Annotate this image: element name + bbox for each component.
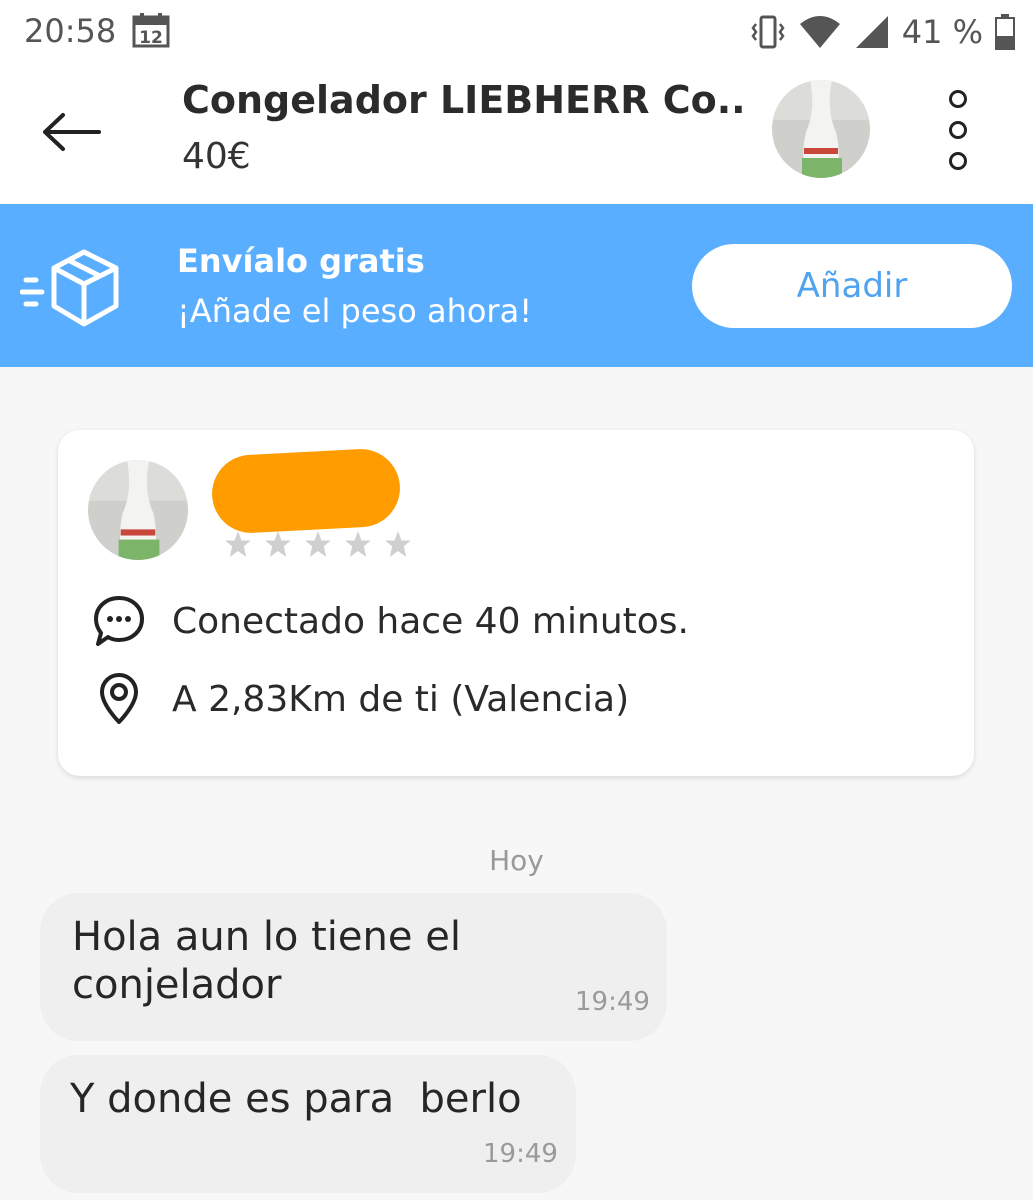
item-title[interactable]: Congelador LIEBHERR Co...: [182, 78, 742, 122]
last-seen-row: Conectado hace 40 minutos.: [92, 594, 689, 648]
location-text: A 2,83Km de ti (Valencia): [172, 678, 630, 720]
back-button[interactable]: [36, 104, 106, 160]
redacted-seller-name: [210, 447, 402, 535]
add-weight-button[interactable]: Añadir: [692, 244, 1012, 328]
chat-header: Congelador LIEBHERR Co... 40€: [0, 64, 1033, 204]
more-dot: [949, 121, 967, 139]
more-dot: [949, 90, 967, 108]
chat-day-separator: Hoy: [489, 844, 544, 877]
promo-title: Envíalo gratis: [177, 242, 425, 280]
message-text-line: conjelador: [72, 962, 282, 1008]
star-icon: [265, 531, 291, 557]
location-pin-icon: [92, 672, 146, 726]
location-row: A 2,83Km de ti (Valencia): [92, 672, 629, 726]
star-icon: [385, 531, 411, 557]
status-bar: 20:58 12 41 %: [0, 0, 1033, 64]
chat-bubble-icon: [92, 594, 146, 648]
seller-avatar[interactable]: [88, 460, 188, 560]
package-icon: [20, 249, 119, 327]
promo-subtitle: ¡Añade el peso ahora!: [177, 292, 533, 330]
arrow-left-icon: [43, 113, 101, 151]
status-time: 20:58: [24, 12, 117, 50]
calendar-day: 12: [139, 28, 163, 48]
star-icon: [345, 531, 371, 557]
cellular-signal-icon: [855, 16, 888, 48]
battery-percent: 41 %: [901, 13, 983, 51]
more-options-button[interactable]: [930, 90, 986, 170]
item-price: 40€: [182, 136, 251, 177]
message-text-line: Hola aun lo tiene el: [72, 914, 461, 960]
message-time: 19:49: [575, 987, 650, 1017]
wifi-icon: [799, 16, 840, 48]
message-bubble-received[interactable]: Y donde es para berlo 19:49: [40, 1055, 576, 1193]
last-seen-text: Conectado hace 40 minutos.: [172, 600, 689, 642]
star-icon: [305, 531, 331, 557]
seller-rating-stars: [224, 530, 412, 558]
item-avatar[interactable]: [772, 80, 870, 178]
status-icons: 41 %: [750, 10, 1015, 54]
message-text: Y donde es para berlo: [70, 1076, 522, 1122]
star-icon: [225, 531, 251, 557]
vibrate-icon: [751, 15, 785, 49]
message-time: 19:49: [483, 1139, 558, 1169]
battery-icon: [995, 14, 1015, 50]
more-dot: [949, 152, 967, 170]
seller-info-card: Conectado hace 40 minutos. A 2,83Km de t…: [58, 430, 974, 776]
calendar-icon: 12: [132, 13, 170, 48]
shipping-promo-banner: Envíalo gratis ¡Añade el peso ahora! Aña…: [0, 204, 1033, 367]
message-bubble-received[interactable]: Hola aun lo tiene el conjelador 19:49: [40, 893, 667, 1041]
